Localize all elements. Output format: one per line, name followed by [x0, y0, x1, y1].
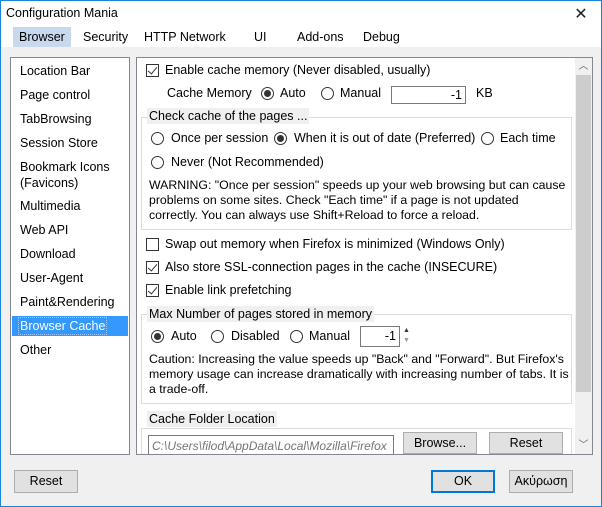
scroll-down-icon[interactable]: ﹀	[575, 437, 592, 454]
close-button[interactable]: ✕	[561, 1, 601, 26]
cache-memory-manual-label: Manual	[340, 86, 381, 100]
ok-button[interactable]: OK	[431, 470, 495, 493]
sidebar-item-label: (Favicons)	[20, 176, 79, 190]
cache-folder-group-title: Cache Folder Location	[147, 411, 277, 427]
sidebar-item-download[interactable]: Download	[12, 246, 128, 262]
max-pages-group-title: Max Number of pages stored in memory	[147, 306, 375, 322]
cache-memory-manual-radio[interactable]	[321, 87, 334, 100]
browse-button[interactable]: Browse...	[403, 432, 477, 454]
title-bar: Configuration Mania ✕	[1, 1, 601, 26]
swap-out-memory-checkbox[interactable]	[146, 238, 159, 251]
config-mania-window: Configuration Mania ✕ Browser Security H…	[0, 0, 602, 507]
check-each-time-label: Each time	[500, 131, 556, 145]
cache-memory-auto-label: Auto	[280, 86, 306, 100]
reset-button[interactable]: Reset	[14, 470, 78, 493]
cache-folder-path-input[interactable]	[148, 435, 394, 454]
check-never-label: Never (Not Recommended)	[171, 155, 324, 169]
check-cache-warning: WARNING: "Once per session" speeds up yo…	[149, 178, 566, 222]
max-pages-input[interactable]: -1	[360, 326, 400, 347]
sidebar-item-other[interactable]: Other	[12, 342, 128, 358]
cache-memory-unit: KB	[476, 86, 493, 100]
swap-out-memory-label: Swap out memory when Firefox is minimize…	[165, 237, 505, 251]
sidebar-item-page-control[interactable]: Page control	[12, 87, 128, 103]
max-pages-manual-label: Manual	[309, 329, 350, 343]
sidebar-item-session-store[interactable]: Session Store	[12, 135, 128, 151]
vertical-scrollbar[interactable]: ︿ ﹀	[575, 58, 592, 454]
max-pages-manual-radio[interactable]	[290, 330, 303, 343]
tab-debug[interactable]: Debug	[357, 27, 406, 47]
tab-add-ons[interactable]: Add-ons	[291, 27, 350, 47]
enable-cache-memory-checkbox[interactable]	[146, 64, 159, 77]
sidebar-item-web-api[interactable]: Web API	[12, 222, 128, 238]
check-out-of-date-radio[interactable]	[274, 132, 287, 145]
tab-http-network[interactable]: HTTP Network	[138, 27, 232, 47]
sidebar-item-label: Bookmark Icons	[20, 160, 110, 174]
max-pages-auto-label: Auto	[171, 329, 197, 343]
check-out-of-date-label: When it is out of date (Preferred)	[294, 131, 476, 145]
sidebar-item-bookmark-icons[interactable]: Bookmark Icons (Favicons)	[12, 159, 128, 191]
scroll-up-icon[interactable]: ︿	[575, 58, 592, 75]
sidebar-item-multimedia[interactable]: Multimedia	[12, 198, 128, 214]
sidebar-item-browser-cache[interactable]: Browser Cache	[12, 316, 128, 336]
enable-cache-memory-label: Enable cache memory (Never disabled, usu…	[165, 63, 431, 77]
ssl-cache-checkbox[interactable]	[146, 261, 159, 274]
sidebar-item-tabbrowsing[interactable]: TabBrowsing	[12, 111, 128, 127]
sidebar-item-location-bar[interactable]: Location Bar	[12, 63, 128, 79]
tab-browser[interactable]: Browser	[13, 27, 71, 47]
sidebar-item-label: Browser Cache	[17, 317, 108, 335]
sidebar-item-user-agent[interactable]: User-Agent	[12, 270, 128, 286]
window-title: Configuration Mania	[6, 6, 118, 20]
link-prefetch-label: Enable link prefetching	[165, 283, 292, 297]
tab-ui[interactable]: UI	[248, 27, 273, 47]
check-once-per-session-label: Once per session	[171, 131, 269, 145]
link-prefetch-checkbox[interactable]	[146, 284, 159, 297]
ssl-cache-label: Also store SSL-connection pages in the c…	[165, 260, 498, 274]
spin-down-icon[interactable]: ▼	[401, 336, 412, 346]
cancel-button[interactable]: Ακύρωση	[509, 470, 573, 493]
check-never-radio[interactable]	[151, 156, 164, 169]
check-once-per-session-radio[interactable]	[151, 132, 164, 145]
max-pages-spinner[interactable]: ▲ ▼	[401, 326, 412, 346]
settings-panel: Enable cache memory (Never disabled, usu…	[136, 57, 593, 455]
sidebar-item-paint-rendering[interactable]: Paint&Rendering	[12, 294, 128, 310]
category-tabs: Browser Security HTTP Network UI Add-ons…	[1, 26, 601, 47]
close-icon: ✕	[574, 5, 588, 23]
sidebar-list: Location Bar Page control TabBrowsing Se…	[10, 57, 130, 455]
cache-memory-label: Cache Memory	[167, 86, 252, 100]
scrollbar-thumb[interactable]	[576, 75, 591, 392]
spin-up-icon[interactable]: ▲	[401, 326, 412, 336]
check-each-time-radio[interactable]	[481, 132, 494, 145]
settings-content: Enable cache memory (Never disabled, usu…	[137, 58, 575, 454]
max-pages-disabled-label: Disabled	[231, 329, 280, 343]
max-pages-auto-radio[interactable]	[151, 330, 164, 343]
max-pages-disabled-radio[interactable]	[211, 330, 224, 343]
cache-memory-input[interactable]: -1	[391, 86, 466, 104]
cache-memory-auto-radio[interactable]	[261, 87, 274, 100]
max-pages-caution: Caution: Increasing the value speeds up …	[149, 352, 569, 396]
check-cache-group-title: Check cache of the pages ...	[147, 108, 310, 124]
tab-security[interactable]: Security	[77, 27, 134, 47]
cache-folder-reset-button[interactable]: Reset	[489, 432, 563, 454]
